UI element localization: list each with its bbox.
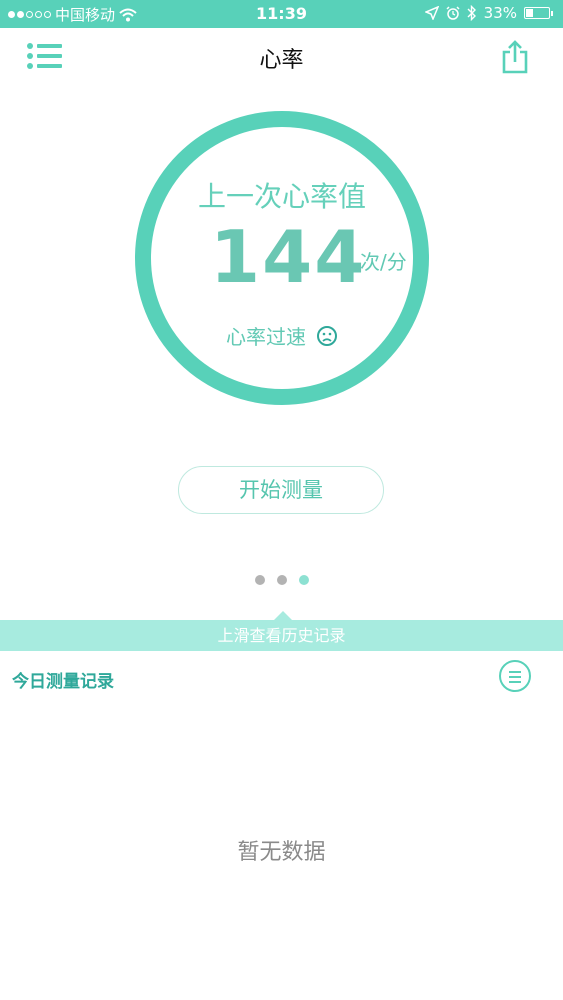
last-heart-rate-label: 上一次心率值	[197, 180, 366, 213]
records-list-button[interactable]	[499, 660, 531, 692]
heart-rate-status-text: 心率过速	[226, 325, 306, 349]
page-dot[interactable]	[254, 575, 265, 585]
page-indicator[interactable]	[0, 575, 563, 585]
page-dot[interactable]	[276, 575, 287, 585]
sad-face-icon	[317, 325, 337, 346]
location-arrow-icon	[424, 6, 439, 20]
bluetooth-icon	[467, 5, 476, 21]
battery-percent: 33%	[483, 4, 517, 22]
heart-rate-status: 心率过速	[135, 321, 429, 350]
page-title: 心率	[259, 48, 304, 73]
status-left: 中国移动	[8, 4, 137, 25]
wifi-icon	[119, 8, 137, 21]
heart-rate-unit: 次/分	[360, 250, 407, 274]
page-dot[interactable]	[298, 575, 309, 585]
list-lines-icon	[509, 671, 521, 673]
status-right: 33%	[424, 4, 553, 22]
swipe-history-banner[interactable]: 上滑查看历史记录	[0, 620, 563, 651]
navigation-bar: 心率	[0, 28, 563, 84]
swipe-up-caret-icon	[274, 611, 292, 620]
share-icon	[502, 40, 528, 74]
status-bar: 中国移动 11:39 33%	[0, 0, 563, 28]
start-measure-button[interactable]: 开始测量	[178, 466, 384, 514]
carrier-name: 中国移动	[55, 6, 116, 24]
empty-state-text: 暂无数据	[237, 840, 326, 865]
list-lines-icon-bar	[509, 676, 521, 678]
alarm-clock-icon	[446, 6, 460, 20]
heart-rate-value: 144	[210, 215, 367, 299]
share-button[interactable]	[501, 40, 529, 74]
signal-strength-icon	[8, 11, 51, 18]
today-records-label: 今日测量记录	[12, 672, 114, 692]
battery-icon	[524, 7, 550, 19]
list-lines-icon-bar	[509, 681, 521, 683]
